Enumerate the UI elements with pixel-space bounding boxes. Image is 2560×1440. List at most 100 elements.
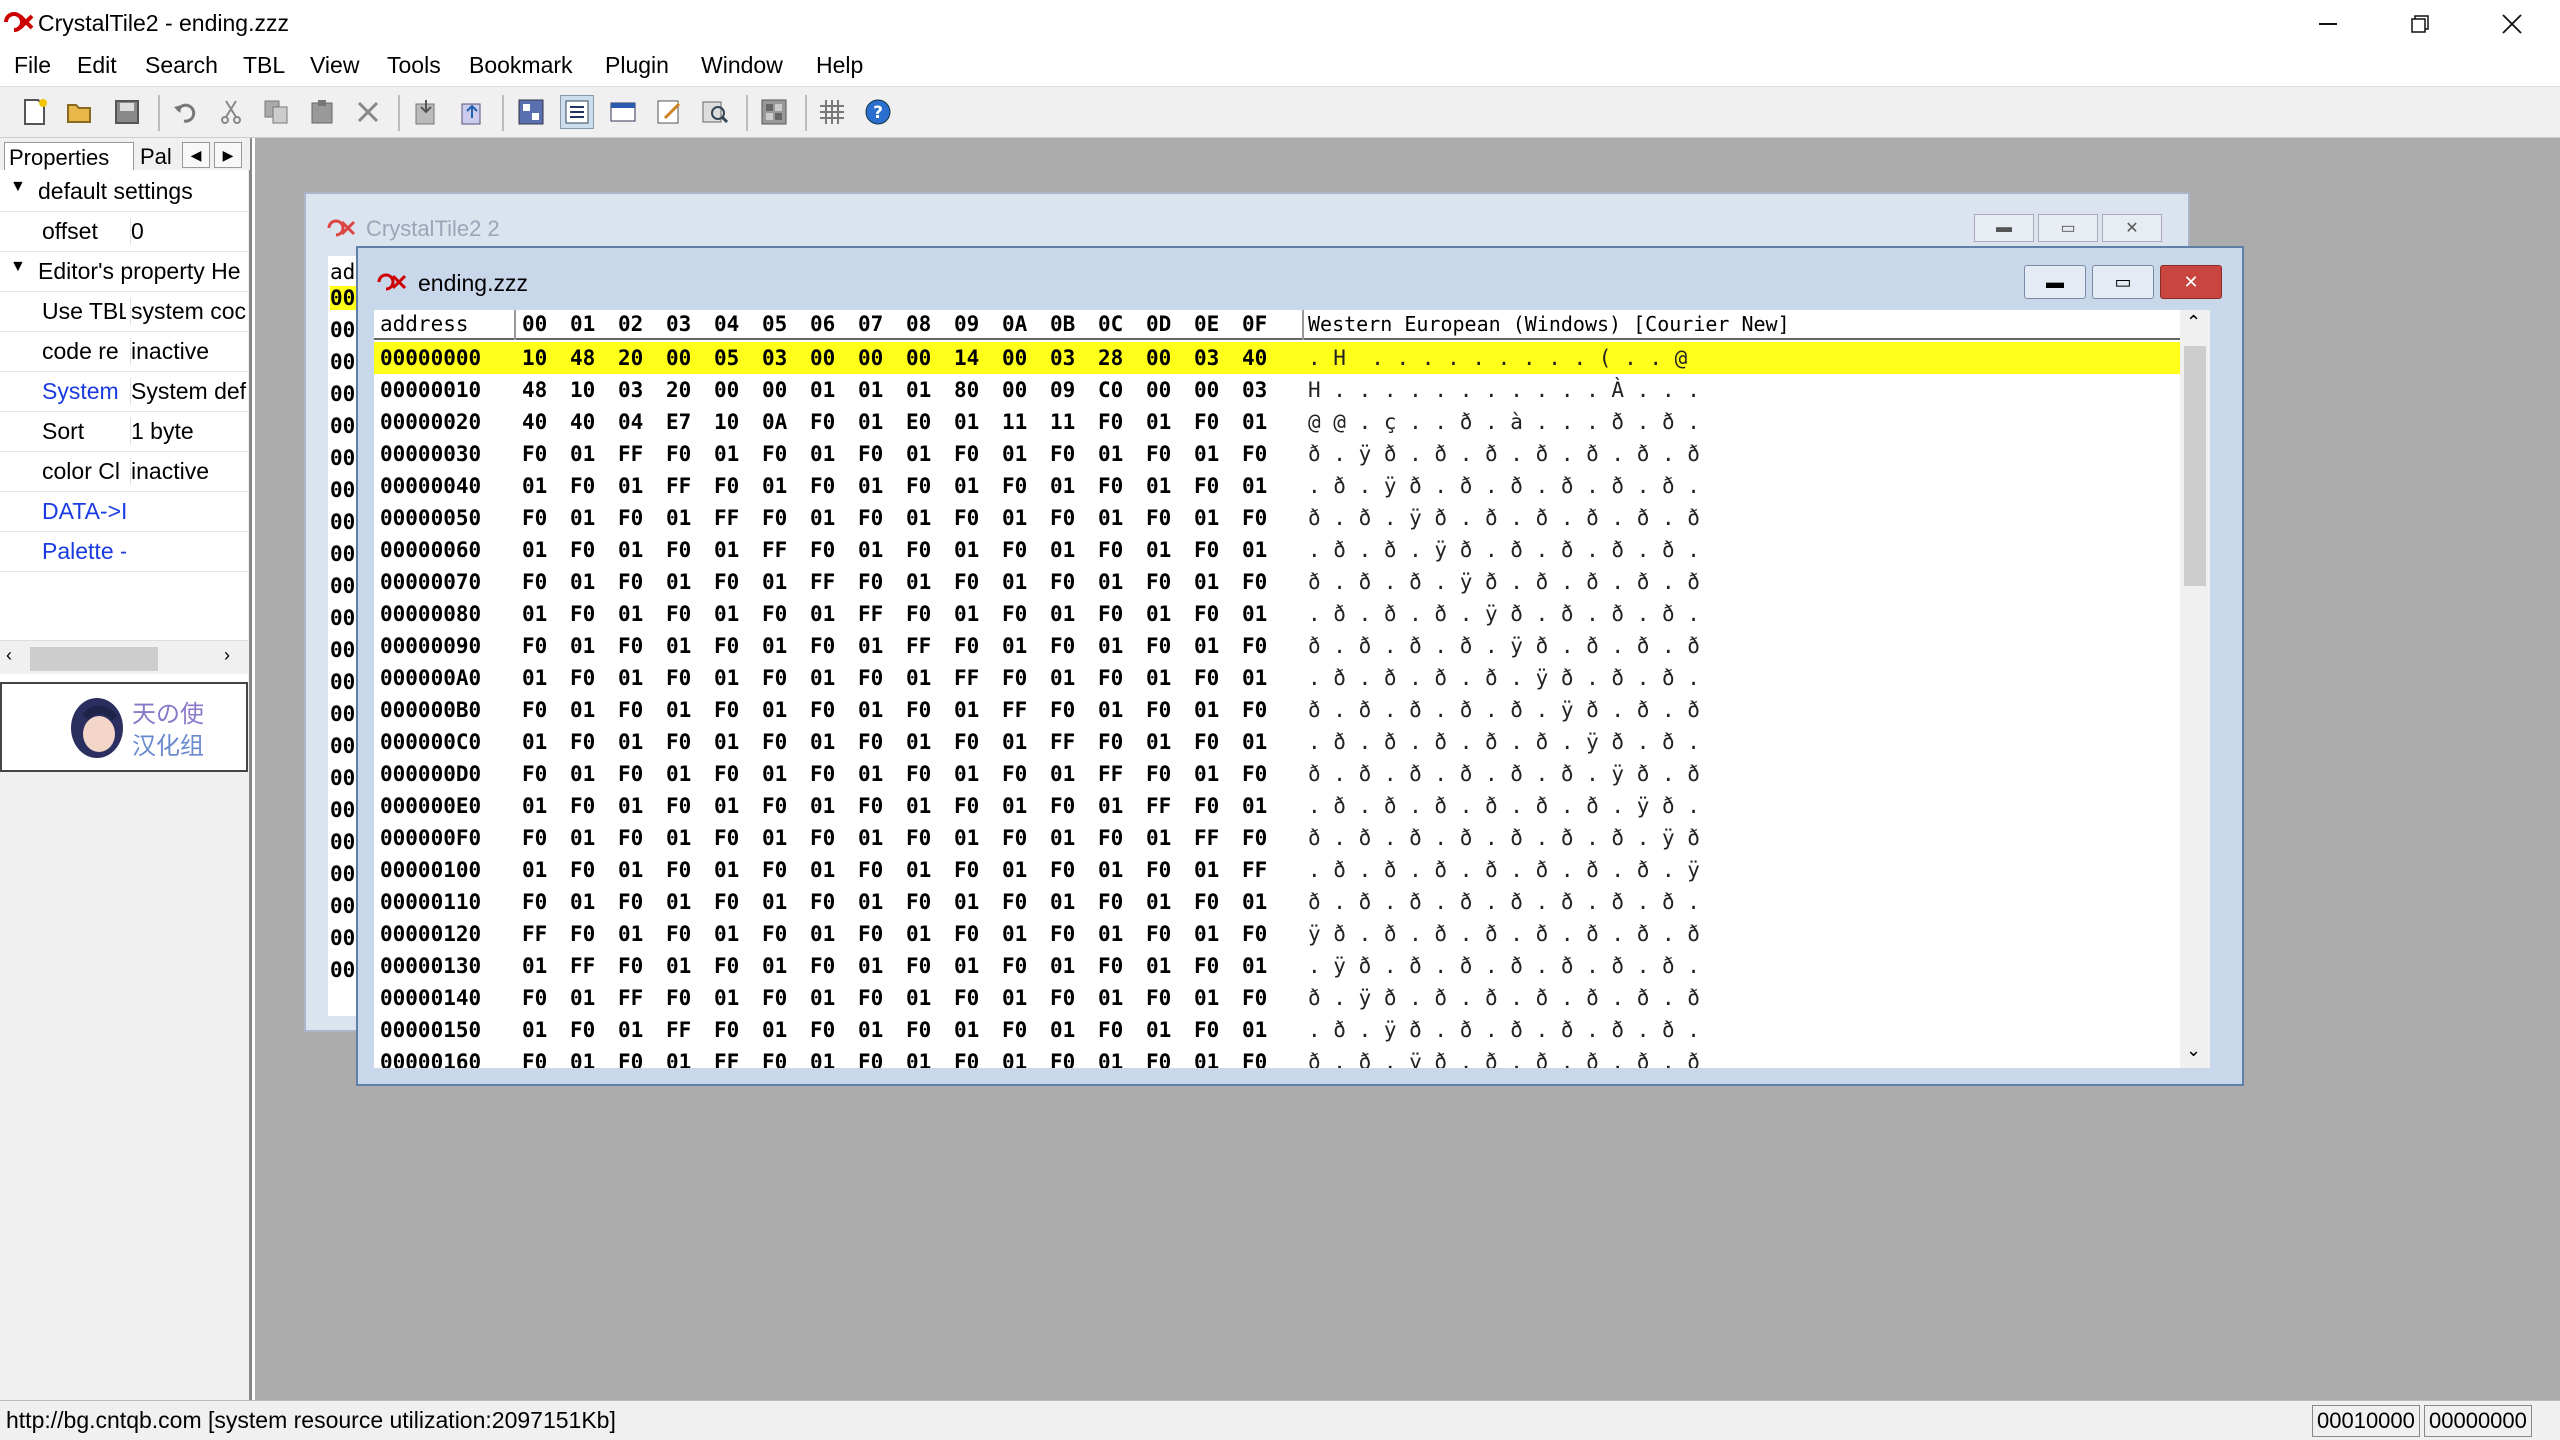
hex-byte[interactable]: 01 — [762, 890, 787, 914]
hex-byte[interactable]: 01 — [858, 762, 883, 786]
hex-byte[interactable]: 01 — [810, 666, 835, 690]
hex-byte[interactable]: 01 — [1002, 730, 1027, 754]
hex-byte[interactable]: F0 — [570, 474, 595, 498]
hex-byte[interactable]: F0 — [906, 538, 931, 562]
tab-scroll-left-button[interactable]: ◀ — [182, 142, 210, 168]
hex-byte[interactable]: 01 — [570, 570, 595, 594]
hex-byte[interactable]: F0 — [906, 826, 931, 850]
hex-byte[interactable]: 48 — [570, 346, 595, 370]
hex-byte[interactable]: 01 — [1194, 922, 1219, 946]
hex-byte[interactable]: 01 — [666, 570, 691, 594]
hex-byte[interactable]: F0 — [1002, 474, 1027, 498]
table-row[interactable]: 000000E0 01 F0 01 F0 01 F0 01 F0 01 F0 01 F0 01 FF F0 01… — [374, 790, 2196, 822]
text-decoding[interactable]: ð . ð . ÿ ð . ð . ð . ð . ð . ð — [1308, 506, 1700, 530]
text-decoding[interactable]: ð . ð . ÿ ð . ð . ð . ð . ð . ð — [1308, 1050, 1700, 1068]
grid-button[interactable] — [815, 95, 849, 129]
hex-view[interactable]: address 00 01 02 03 04 05 06 07 08 09 0A 0B 0C 0D 0E 0F… — [374, 310, 2196, 1068]
hex-byte[interactable]: 01 — [810, 602, 835, 626]
hex-byte[interactable]: F0 — [1194, 890, 1219, 914]
minimize-button[interactable]: ▬ — [1974, 214, 2034, 242]
menu-tbl[interactable]: TBL — [243, 52, 285, 79]
hex-byte[interactable]: F0 — [1002, 762, 1027, 786]
hex-byte[interactable]: 10 — [570, 378, 595, 402]
text-decoding[interactable]: . ÿ ð . ð . ð . ð . ð . ð . ð . — [1308, 954, 1700, 978]
hex-byte[interactable]: 01 — [522, 1018, 547, 1042]
chevron-left-icon[interactable]: ‹ — [6, 645, 12, 666]
hex-byte[interactable]: 03 — [618, 378, 643, 402]
hex-byte[interactable]: 00 — [1146, 346, 1171, 370]
hex-byte[interactable]: F0 — [618, 762, 643, 786]
hex-byte[interactable]: 01 — [1194, 858, 1219, 882]
hex-byte[interactable]: 00 — [1146, 378, 1171, 402]
hex-byte[interactable]: F0 — [858, 442, 883, 466]
hex-byte[interactable]: 00 — [1002, 346, 1027, 370]
hex-byte[interactable]: 01 — [714, 922, 739, 946]
hex-byte[interactable]: 01 — [1050, 602, 1075, 626]
hex-byte[interactable]: F0 — [570, 666, 595, 690]
hex-byte[interactable]: 03 — [1050, 346, 1075, 370]
hex-byte[interactable]: 01 — [1002, 506, 1027, 530]
hex-byte[interactable]: F0 — [858, 1050, 883, 1068]
hex-byte[interactable]: F0 — [858, 794, 883, 818]
scroll-thumb[interactable] — [2184, 346, 2206, 586]
hex-byte[interactable]: 01 — [906, 922, 931, 946]
hex-byte[interactable]: 01 — [810, 922, 835, 946]
hex-byte[interactable]: 01 — [1146, 1018, 1171, 1042]
hex-byte[interactable]: F0 — [522, 698, 547, 722]
hex-byte[interactable]: F0 — [1194, 666, 1219, 690]
hex-byte[interactable]: F0 — [810, 954, 835, 978]
hex-byte[interactable]: 01 — [858, 474, 883, 498]
hex-byte[interactable]: F0 — [1194, 1018, 1219, 1042]
hex-byte[interactable]: 01 — [762, 698, 787, 722]
hex-byte[interactable]: F0 — [906, 1018, 931, 1042]
hex-byte[interactable]: FF — [1194, 826, 1219, 850]
hex-byte[interactable]: F0 — [570, 1018, 595, 1042]
hex-byte[interactable]: 01 — [1002, 986, 1027, 1010]
hex-byte[interactable]: F0 — [1242, 506, 1267, 530]
tab-properties[interactable]: Properties — [4, 142, 134, 170]
text-decoding[interactable]: . ð . ð . ð . ð . ð . ð . ÿ ð . — [1308, 794, 1700, 818]
table-row[interactable]: 00000120 FF F0 01 F0 01 F0 01 F0 01 F0 01 F0 01 F0 01 F0… — [374, 918, 2196, 950]
table-row[interactable]: 00000140 F0 01 FF F0 01 F0 01 F0 01 F0 01 F0 01 F0 01 F0… — [374, 982, 2196, 1014]
hex-byte[interactable]: F0 — [1242, 634, 1267, 658]
text-decoding[interactable]: . ð . ÿ ð . ð . ð . ð . ð . ð . — [1308, 1018, 1700, 1042]
hex-byte[interactable]: F0 — [618, 1050, 643, 1068]
hex-byte[interactable]: F0 — [666, 986, 691, 1010]
hex-byte[interactable]: F0 — [1002, 538, 1027, 562]
hex-byte[interactable]: F0 — [1098, 538, 1123, 562]
hex-byte[interactable]: F0 — [906, 698, 931, 722]
hex-byte[interactable]: F0 — [1098, 954, 1123, 978]
hex-byte[interactable]: 01 — [954, 602, 979, 626]
hex-byte[interactable]: F0 — [906, 602, 931, 626]
hex-byte[interactable]: 01 — [858, 1018, 883, 1042]
search-button[interactable] — [698, 95, 732, 129]
hex-byte[interactable]: 01 — [1194, 698, 1219, 722]
hex-byte[interactable]: F0 — [714, 954, 739, 978]
hex-byte[interactable]: 01 — [906, 378, 931, 402]
hex-byte[interactable]: F0 — [1146, 698, 1171, 722]
hex-byte[interactable]: 01 — [906, 570, 931, 594]
hex-byte[interactable]: FF — [522, 922, 547, 946]
hex-byte[interactable]: 01 — [1098, 442, 1123, 466]
hex-byte[interactable]: 01 — [1050, 762, 1075, 786]
table-row[interactable]: 000000D0 F0 01 F0 01 F0 01 F0 01 F0 01 F0 01 FF F0 01 F0… — [374, 758, 2196, 790]
hex-byte[interactable]: F0 — [1146, 506, 1171, 530]
hex-byte[interactable]: F0 — [954, 986, 979, 1010]
hex-byte[interactable]: C0 — [1098, 378, 1123, 402]
hex-byte[interactable]: 01 — [906, 506, 931, 530]
hex-byte[interactable]: 03 — [762, 346, 787, 370]
horizontal-scrollbar[interactable]: ‹ › — [0, 640, 248, 674]
hex-byte[interactable]: F0 — [810, 1018, 835, 1042]
hex-byte[interactable]: 01 — [954, 762, 979, 786]
hex-byte[interactable]: 01 — [1146, 666, 1171, 690]
hex-byte[interactable]: 01 — [1050, 954, 1075, 978]
hex-byte[interactable]: 01 — [714, 538, 739, 562]
hex-byte[interactable]: F0 — [762, 794, 787, 818]
hex-byte[interactable]: 01 — [858, 538, 883, 562]
hex-byte[interactable]: F0 — [858, 922, 883, 946]
vertical-scrollbar[interactable]: ⌃ ⌄ — [2180, 310, 2210, 1068]
hex-byte[interactable]: F0 — [1002, 890, 1027, 914]
hex-byte[interactable]: F0 — [1194, 954, 1219, 978]
tile-view-button[interactable] — [514, 95, 548, 129]
hex-byte[interactable]: F0 — [762, 986, 787, 1010]
